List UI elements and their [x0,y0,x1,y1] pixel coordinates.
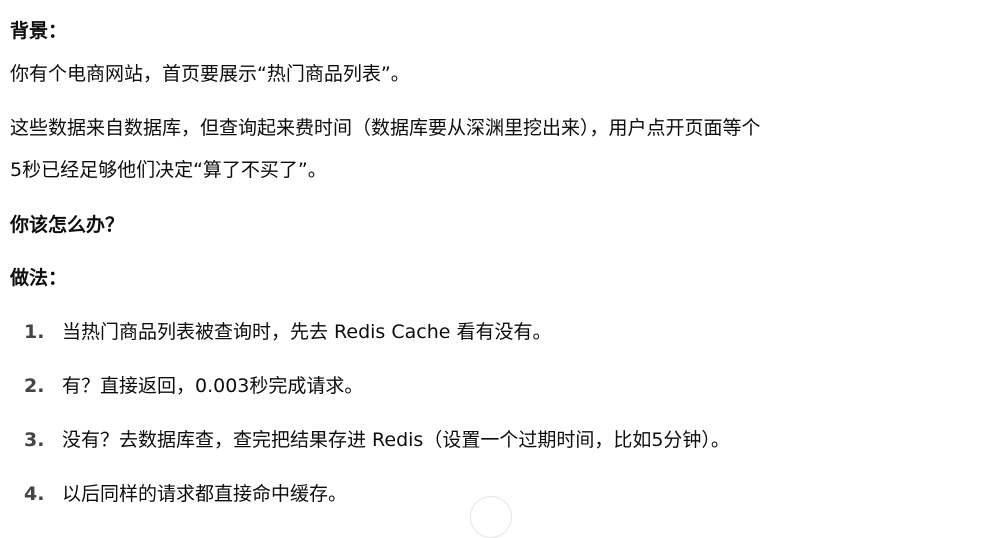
list-item-text: 以后同样的请求都直接命中缓存。 [62,483,348,505]
list-item: 2. 有？直接返回，0.003秒完成请求。 [22,372,363,400]
list-number: 2. [24,375,45,397]
background-paragraph-1: 你有个电商网站，首页要展示“热门商品列表”。 [10,63,410,85]
background-paragraph-2-line-1: 这些数据来自数据库，但查询起来费时间（数据库要从深渊里挖出来），用户点开页面等个 [10,117,761,139]
list-number: 3. [24,429,45,451]
list-item: 4. 以后同样的请求都直接命中缓存。 [22,480,347,508]
list-item: 3. 没有？去数据库查，查完把结果存进 Redis（设置一个过期时间，比如5分钟）… [22,426,730,454]
list-number: 1. [24,321,45,343]
background-heading: 背景： [10,20,68,42]
method-heading: 做法： [10,267,68,289]
scroll-down-button[interactable] [470,496,512,538]
background-paragraph-2-line-2: 5秒已经足够他们决定“算了不买了”。 [10,159,327,181]
question-heading: 你该怎么办？ [10,214,125,236]
list-item-text: 当热门商品列表被查询时，先去 Redis Cache 看有没有。 [62,321,552,343]
list-number: 4. [24,483,45,505]
list-item-text: 有？直接返回，0.003秒完成请求。 [62,375,364,397]
list-item-text: 没有？去数据库查，查完把结果存进 Redis（设置一个过期时间，比如5分钟）。 [62,429,730,451]
list-item: 1. 当热门商品列表被查询时，先去 Redis Cache 看有没有。 [22,318,551,346]
